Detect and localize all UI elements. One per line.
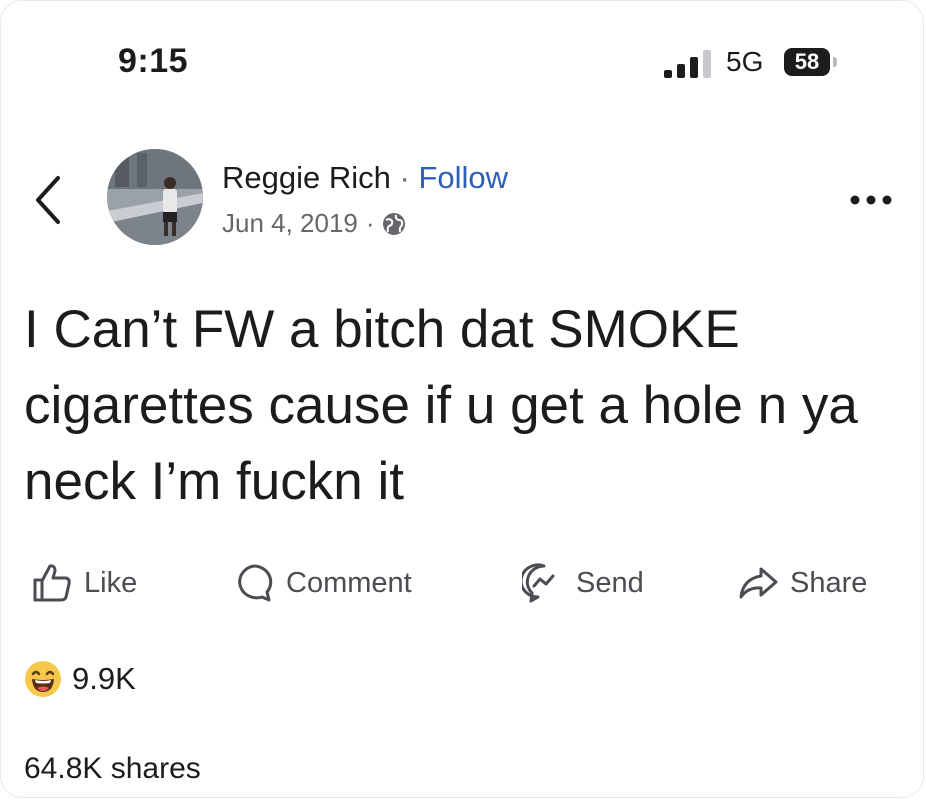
messenger-icon xyxy=(522,563,555,603)
battery-level: 58 xyxy=(784,48,830,76)
cellular-signal-icon xyxy=(664,50,711,78)
battery-tip xyxy=(833,57,837,67)
comment-button[interactable]: Comment xyxy=(232,556,412,610)
post-text: I Can’t FW a bitch dat SMOKE cigarettes … xyxy=(24,300,858,511)
globe-icon xyxy=(382,212,405,235)
post-meta: Jun 4, 2019 · xyxy=(222,208,407,239)
reaction-summary[interactable]: 9.9K xyxy=(24,654,136,704)
share-label: Share xyxy=(790,566,868,599)
avatar-photo xyxy=(107,149,203,245)
status-time: 9:15 xyxy=(118,42,189,80)
network-type: 5G xyxy=(726,46,764,77)
author-name[interactable]: Reggie Rich xyxy=(222,160,391,195)
back-chevron-icon[interactable] xyxy=(28,170,68,230)
author-separator: · xyxy=(399,160,410,195)
post-date[interactable]: Jun 4, 2019 xyxy=(222,208,358,239)
author-line: Reggie Rich · Follow xyxy=(222,160,508,196)
like-button[interactable]: Like xyxy=(30,556,137,610)
laughing-emoji-icon xyxy=(25,661,61,697)
send-button[interactable]: Send xyxy=(522,556,644,610)
like-label: Like xyxy=(84,566,138,599)
shares-count[interactable]: 64.8K shares xyxy=(24,752,201,786)
comment-label: Comment xyxy=(286,566,412,599)
share-arrow-icon xyxy=(739,567,778,599)
more-options-icon[interactable] xyxy=(846,188,896,212)
avatar[interactable] xyxy=(107,149,203,245)
send-label: Send xyxy=(576,566,644,599)
thumbs-up-icon xyxy=(33,564,71,602)
follow-button[interactable]: Follow xyxy=(418,160,508,195)
battery-icon: 58 xyxy=(784,44,844,80)
share-button[interactable]: Share xyxy=(736,556,867,610)
date-separator: · xyxy=(365,208,375,238)
reaction-count: 9.9K xyxy=(72,661,136,696)
action-bar: Like Comment Send Share xyxy=(0,556,926,610)
comment-bubble-icon xyxy=(238,564,273,602)
